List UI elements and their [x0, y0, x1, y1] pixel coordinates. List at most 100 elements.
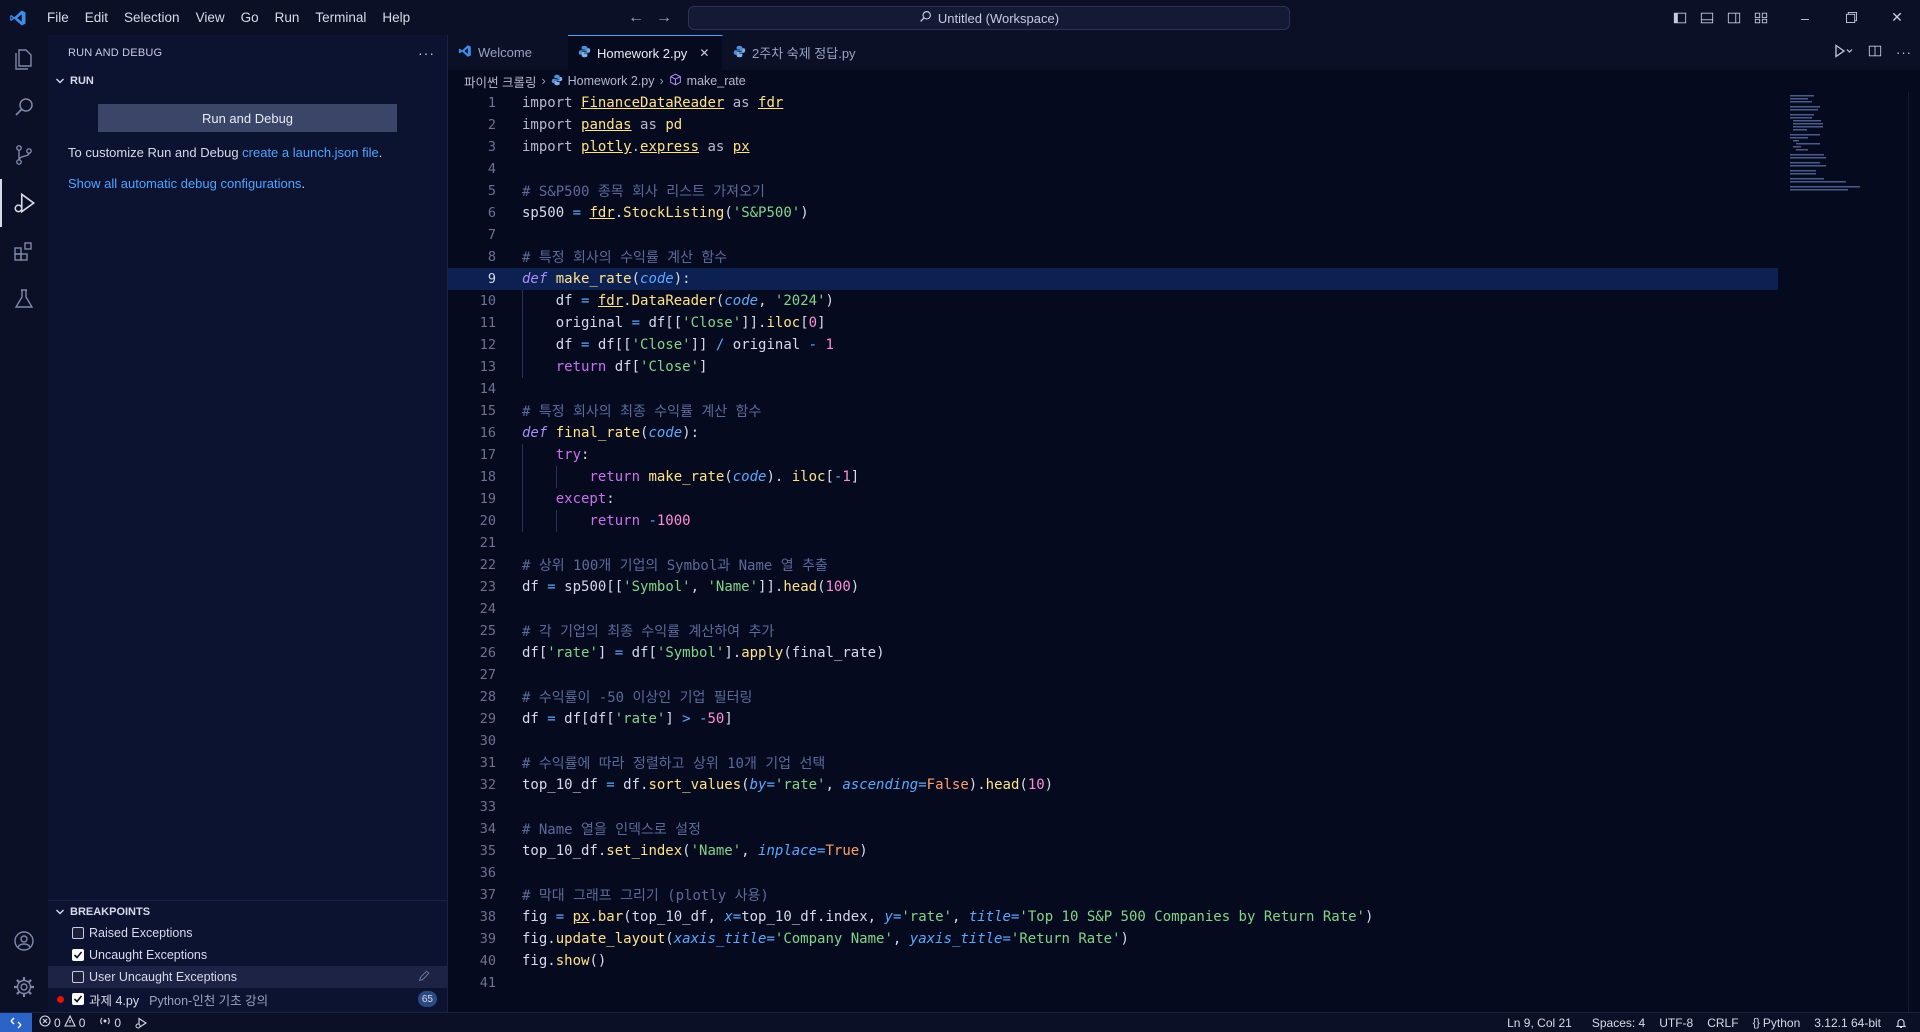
- code-line[interactable]: 18 return make_rate(code). iloc[-1]: [448, 466, 1778, 488]
- code-line[interactable]: 4: [448, 158, 1778, 180]
- ports-indicator[interactable]: 0: [92, 1013, 128, 1032]
- minimap[interactable]: [1788, 92, 1908, 192]
- code-line[interactable]: 9 def make_rate(code):: [448, 268, 1778, 290]
- code-line[interactable]: 19 except:: [448, 488, 1778, 510]
- testing-flask-icon[interactable]: [0, 275, 48, 323]
- show-all-configs-link[interactable]: Show all automatic debug configurations: [68, 176, 301, 191]
- toggle-panel-icon[interactable]: [1693, 0, 1720, 35]
- menu-go[interactable]: Go: [233, 0, 267, 35]
- breakpoint-user-uncaught-exceptions[interactable]: User Uncaught Exceptions: [48, 966, 447, 988]
- checkbox-checked[interactable]: [72, 949, 84, 961]
- code-line[interactable]: 30: [448, 730, 1778, 752]
- code-line[interactable]: 40 fig.show(): [448, 950, 1778, 972]
- settings-gear-icon[interactable]: [0, 963, 48, 1011]
- checkbox[interactable]: [72, 971, 84, 983]
- breadcrumb-folder[interactable]: 파이썬 크롤링: [464, 72, 536, 91]
- breakpoints-header[interactable]: BREAKPOINTS: [48, 900, 447, 922]
- forward-arrow-icon[interactable]: →: [656, 9, 672, 27]
- code-line[interactable]: 22 # 상위 100개 기업의 Symbol과 Name 열 추출: [448, 554, 1778, 576]
- extensions-icon[interactable]: [0, 227, 48, 275]
- breakpoint-raised-exceptions[interactable]: Raised Exceptions: [48, 922, 447, 944]
- source-control-icon[interactable]: [0, 131, 48, 179]
- code-line[interactable]: 10 df = fdr.DataReader(code, '2024'): [448, 290, 1778, 312]
- checkbox-checked[interactable]: [72, 993, 84, 1005]
- toggle-primary-sidebar-icon[interactable]: [1666, 0, 1693, 35]
- checkbox[interactable]: [72, 927, 84, 939]
- search-view-icon[interactable]: [0, 83, 48, 131]
- create-launch-json-link[interactable]: create a launch.json file: [242, 145, 379, 160]
- problems-indicator[interactable]: 0 0: [32, 1013, 92, 1032]
- toggle-secondary-sidebar-icon[interactable]: [1720, 0, 1747, 35]
- code-line[interactable]: 20 return -1000: [448, 510, 1778, 532]
- code-line[interactable]: 14: [448, 378, 1778, 400]
- code-line[interactable]: 29 df = df[df['rate'] > -50]: [448, 708, 1778, 730]
- minimize-icon[interactable]: –: [1782, 0, 1828, 35]
- menu-edit[interactable]: Edit: [77, 0, 116, 35]
- language-mode[interactable]: {} Python: [1746, 1013, 1808, 1032]
- code-line[interactable]: 24: [448, 598, 1778, 620]
- tab-homework-2[interactable]: Homework 2.py ✕: [568, 35, 723, 70]
- menu-view[interactable]: View: [188, 0, 233, 35]
- code-line[interactable]: 17 try:: [448, 444, 1778, 466]
- more-actions-icon[interactable]: ···: [418, 45, 435, 61]
- code-line[interactable]: 31 # 수익률에 따라 정렬하고 상위 10개 기업 선택: [448, 752, 1778, 774]
- tab-week2-answer[interactable]: 2주차 숙제 정답.py: [723, 35, 873, 70]
- code-line[interactable]: 41: [448, 972, 1778, 994]
- code-line[interactable]: 16 def final_rate(code):: [448, 422, 1778, 444]
- command-center[interactable]: Untitled (Workspace): [688, 6, 1290, 30]
- back-arrow-icon[interactable]: ←: [628, 9, 644, 27]
- breakpoint-uncaught-exceptions[interactable]: Uncaught Exceptions: [48, 944, 447, 966]
- run-and-debug-button[interactable]: Run and Debug: [98, 104, 397, 132]
- code-line[interactable]: 2 import pandas as pd: [448, 114, 1778, 136]
- customize-layout-icon[interactable]: [1747, 0, 1774, 35]
- debug-launch-icon[interactable]: [128, 1013, 155, 1032]
- code-line[interactable]: 8 # 특정 회사의 수익률 계산 함수: [448, 246, 1778, 268]
- remote-indicator-icon[interactable]: [0, 1012, 32, 1032]
- code-line[interactable]: 3 import plotly.express as px: [448, 136, 1778, 158]
- code-line[interactable]: 1 import FinanceDataReader as fdr: [448, 92, 1778, 114]
- split-editor-icon[interactable]: [1868, 44, 1882, 61]
- code-line[interactable]: 6 sp500 = fdr.StockListing('S&P500'): [448, 202, 1778, 224]
- menu-terminal[interactable]: Terminal: [307, 0, 374, 35]
- code-line[interactable]: 12 df = df[['Close']] / original - 1: [448, 334, 1778, 356]
- breadcrumb-file[interactable]: Homework 2.py: [568, 74, 655, 88]
- breadcrumb-symbol[interactable]: make_rate: [687, 74, 746, 88]
- code-line[interactable]: 26 df['rate'] = df['Symbol'].apply(final_…: [448, 642, 1778, 664]
- code-line[interactable]: 21: [448, 532, 1778, 554]
- code-line[interactable]: 7: [448, 224, 1778, 246]
- code-line[interactable]: 5 # S&P500 종목 회사 리스트 가져오기: [448, 180, 1778, 202]
- run-python-file-icon[interactable]: [1834, 44, 1854, 61]
- notifications-bell-icon[interactable]: [1888, 1013, 1914, 1032]
- code-line[interactable]: 39 fig.update_layout(xaxis_title='Company…: [448, 928, 1778, 950]
- breakpoint-file-item[interactable]: 과제 4.py Python-인천 기초 강의 65: [48, 988, 447, 1010]
- accounts-icon[interactable]: [0, 917, 48, 965]
- code-line[interactable]: 28 # 수익률이 -50 이상인 기업 필터링: [448, 686, 1778, 708]
- code-line[interactable]: 35 top_10_df.set_index('Name', inplace=Tr…: [448, 840, 1778, 862]
- close-tab-icon[interactable]: ✕: [699, 46, 709, 60]
- end-of-line[interactable]: CRLF: [1700, 1013, 1745, 1032]
- menu-selection[interactable]: Selection: [116, 0, 188, 35]
- code-line[interactable]: 25 # 각 기업의 최종 수익률 계산하여 추가: [448, 620, 1778, 642]
- code-line[interactable]: 32 top_10_df = df.sort_values(by='rate', …: [448, 774, 1778, 796]
- code-line[interactable]: 11 original = df[['Close']].iloc[0]: [448, 312, 1778, 334]
- menu-help[interactable]: Help: [374, 0, 418, 35]
- code-line[interactable]: 36: [448, 862, 1778, 884]
- edit-pencil-icon[interactable]: [417, 969, 431, 986]
- menu-file[interactable]: File: [39, 0, 77, 35]
- encoding[interactable]: UTF-8: [1652, 1013, 1700, 1032]
- code-line[interactable]: 34 # Name 열을 인덱스로 설정: [448, 818, 1778, 840]
- code-line[interactable]: 23 df = sp500[['Symbol', 'Name']].head(10…: [448, 576, 1778, 598]
- close-window-icon[interactable]: ✕: [1874, 0, 1920, 35]
- code-line[interactable]: 33: [448, 796, 1778, 818]
- python-interpreter[interactable]: 3.12.1 64-bit: [1807, 1013, 1888, 1032]
- code-editor[interactable]: 1 import FinanceDataReader as fdr 2 import …: [448, 92, 1778, 994]
- code-line[interactable]: 38 fig = px.bar(top_10_df, x=top_10_df.in…: [448, 906, 1778, 928]
- restore-icon[interactable]: [1828, 0, 1874, 35]
- explorer-icon[interactable]: [0, 35, 48, 83]
- code-line[interactable]: 37 # 막대 그래프 그리기 (plotly 사용): [448, 884, 1778, 906]
- run-and-debug-icon[interactable]: [0, 179, 48, 227]
- cursor-position[interactable]: Ln 9, Col 21: [1500, 1013, 1579, 1032]
- more-actions-icon[interactable]: ···: [1896, 45, 1912, 60]
- menu-run[interactable]: Run: [267, 0, 308, 35]
- code-line[interactable]: 27: [448, 664, 1778, 686]
